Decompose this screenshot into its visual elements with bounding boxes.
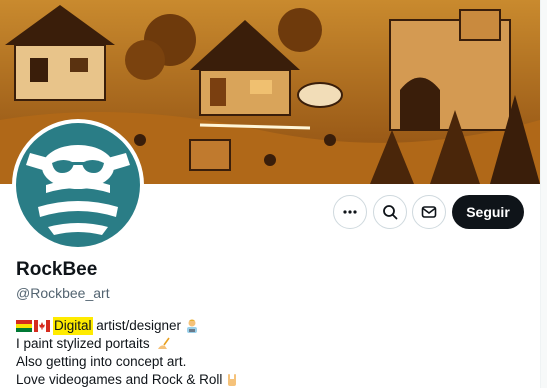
bio-line-1: Digital artist/designer (16, 317, 240, 335)
display-name: RockBee (16, 259, 98, 280)
bio-line-3-text: Also getting into concept art. (16, 354, 187, 369)
follow-button[interactable]: Seguir (452, 195, 524, 229)
writing-hand-icon (157, 337, 170, 349)
more-horizontal-icon (343, 210, 357, 214)
search-icon (383, 205, 398, 220)
bio-line-4-text: Love videogames and Rock & Roll (16, 372, 223, 387)
scrollbar-track[interactable] (540, 0, 547, 388)
handle: @Rockbee_art (16, 285, 110, 301)
message-button[interactable] (412, 195, 446, 229)
search-button[interactable] (373, 195, 407, 229)
bio-line-1-text: artist/designer (92, 318, 182, 333)
canada-flag-icon (34, 320, 50, 332)
rock-hand-icon (228, 374, 237, 386)
more-button[interactable] (333, 195, 367, 229)
artist-emoji-icon (187, 319, 198, 333)
bio-line-4: Love videogames and Rock & Roll (16, 371, 240, 388)
bio-line-2-text: I paint stylized portaits (16, 336, 150, 351)
bolivia-flag-icon (16, 320, 32, 332)
bio: Digital artist/designer I paint stylized… (16, 317, 240, 388)
bio-line-2: I paint stylized portaits (16, 335, 240, 353)
highlighted-word: Digital (53, 317, 93, 335)
rockbee-logo-icon (16, 123, 140, 247)
bio-line-3: Also getting into concept art. (16, 353, 240, 371)
avatar[interactable] (12, 119, 144, 251)
envelope-icon (421, 206, 437, 218)
